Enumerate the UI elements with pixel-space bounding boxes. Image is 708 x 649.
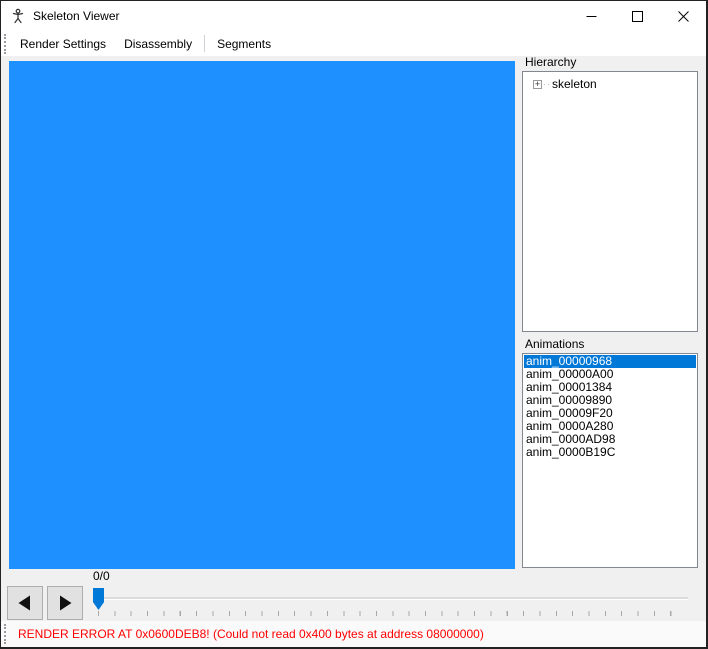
animation-item[interactable]: anim_0000B19C: [524, 446, 696, 459]
menu-disassembly[interactable]: Disassembly: [115, 33, 201, 55]
tree-node-label: skeleton: [552, 77, 597, 91]
previous-frame-button[interactable]: [7, 586, 43, 620]
menu-render-settings[interactable]: Render Settings: [11, 33, 115, 55]
minimize-button[interactable]: [568, 1, 614, 31]
next-icon: [55, 593, 75, 613]
menu-segments[interactable]: Segments: [208, 33, 280, 55]
frame-counter: 0/0: [93, 569, 110, 583]
frame-slider-thumb[interactable]: [93, 588, 104, 610]
title-bar: Skeleton Viewer: [1, 1, 706, 31]
render-viewport[interactable]: [9, 61, 515, 569]
previous-icon: [15, 593, 35, 613]
statusstrip-grip: [4, 624, 7, 644]
maximize-icon: [632, 11, 643, 22]
toolstrip-grip[interactable]: [4, 34, 7, 54]
render-error-message: RENDER ERROR AT 0x0600DEB8! (Could not r…: [18, 627, 484, 641]
window-title: Skeleton Viewer: [33, 9, 568, 23]
tree-node-skeleton[interactable]: + ·· skeleton: [523, 72, 697, 91]
next-frame-button[interactable]: [47, 586, 83, 620]
animations-label: Animations: [525, 337, 584, 351]
app-window: Skeleton Viewer Render Settings: [0, 0, 708, 649]
menu-bar: Render Settings Disassembly Segments: [1, 31, 706, 56]
frame-slider-ticks: [98, 611, 685, 616]
menu-separator: [204, 35, 205, 52]
frame-slider-track[interactable]: [94, 597, 688, 600]
close-icon: [678, 11, 689, 22]
hierarchy-tree[interactable]: + ·· skeleton: [522, 71, 698, 332]
tree-connector: ··: [543, 79, 551, 89]
minimize-icon: [586, 11, 597, 22]
tree-expand-icon[interactable]: +: [533, 80, 542, 89]
maximize-button[interactable]: [614, 1, 660, 31]
status-bar: RENDER ERROR AT 0x0600DEB8! (Could not r…: [1, 621, 706, 647]
hierarchy-label: Hierarchy: [525, 55, 576, 69]
skeleton-app-icon: [10, 8, 26, 24]
close-button[interactable]: [660, 1, 706, 31]
animations-list: anim_00000968 anim_00000A00 anim_0000138…: [522, 353, 698, 568]
